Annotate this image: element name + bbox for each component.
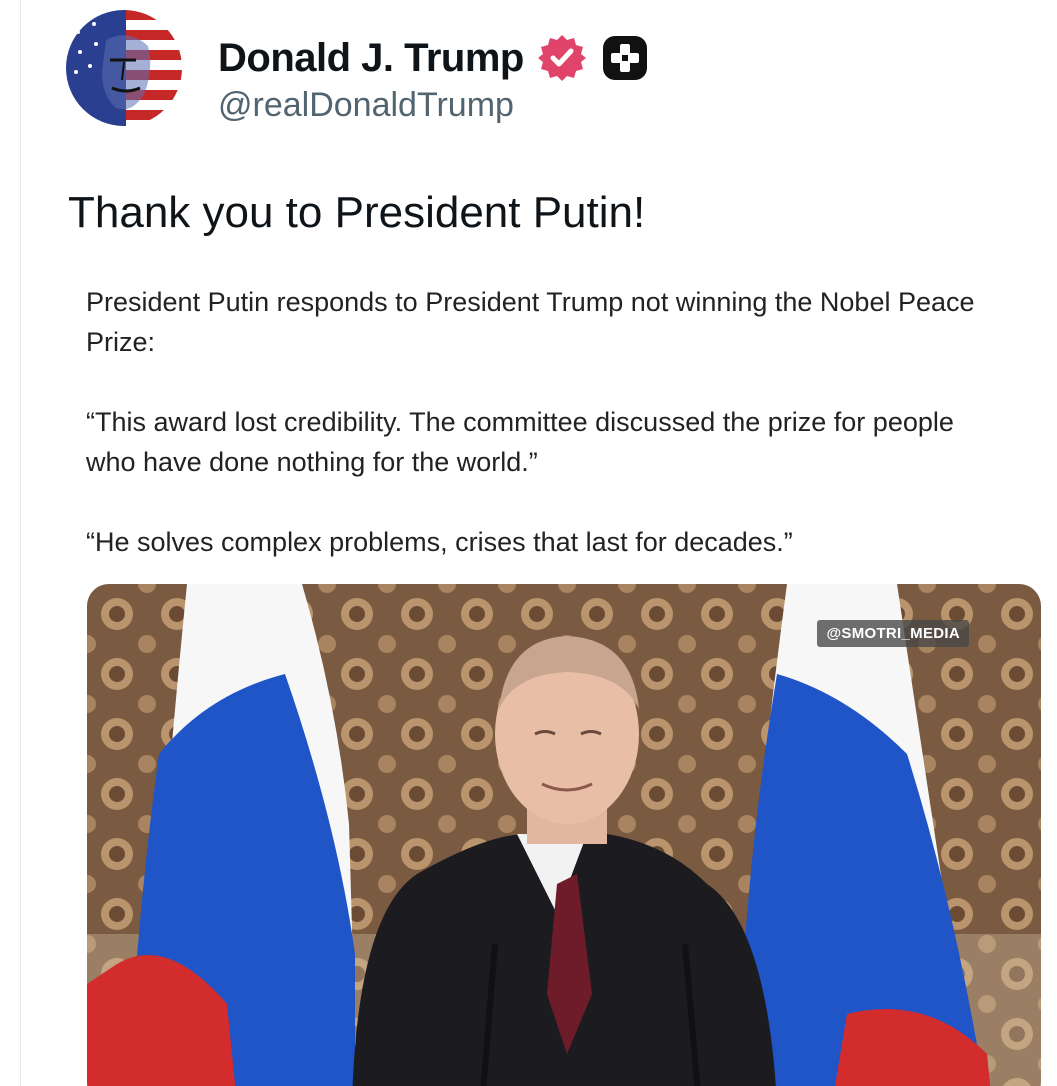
verified-badge-icon <box>536 32 588 84</box>
left-divider <box>20 0 21 1086</box>
media-watermark: @SMOTRI_MEDIA <box>817 620 969 647</box>
name-row: Donald J. Trump <box>218 32 650 84</box>
quote-paragraph: President Putin responds to President Tr… <box>86 287 975 357</box>
display-name[interactable]: Donald J. Trump <box>218 36 524 81</box>
post-text: Thank you to President Putin! <box>68 188 646 237</box>
post-media-image[interactable]: @SMOTRI_MEDIA <box>87 584 1041 1086</box>
avatar[interactable] <box>66 10 182 126</box>
quote-paragraph: “This award lost credibility. The commit… <box>86 407 954 477</box>
quoted-text-block: President Putin responds to President Tr… <box>86 282 1006 562</box>
plus-badge-icon <box>600 33 650 83</box>
user-handle[interactable]: @realDonaldTrump <box>218 86 514 125</box>
post-header: Donald J. Trump @realDonaldTrump <box>66 10 966 130</box>
quote-paragraph: “He solves complex problems, crises that… <box>86 527 793 557</box>
